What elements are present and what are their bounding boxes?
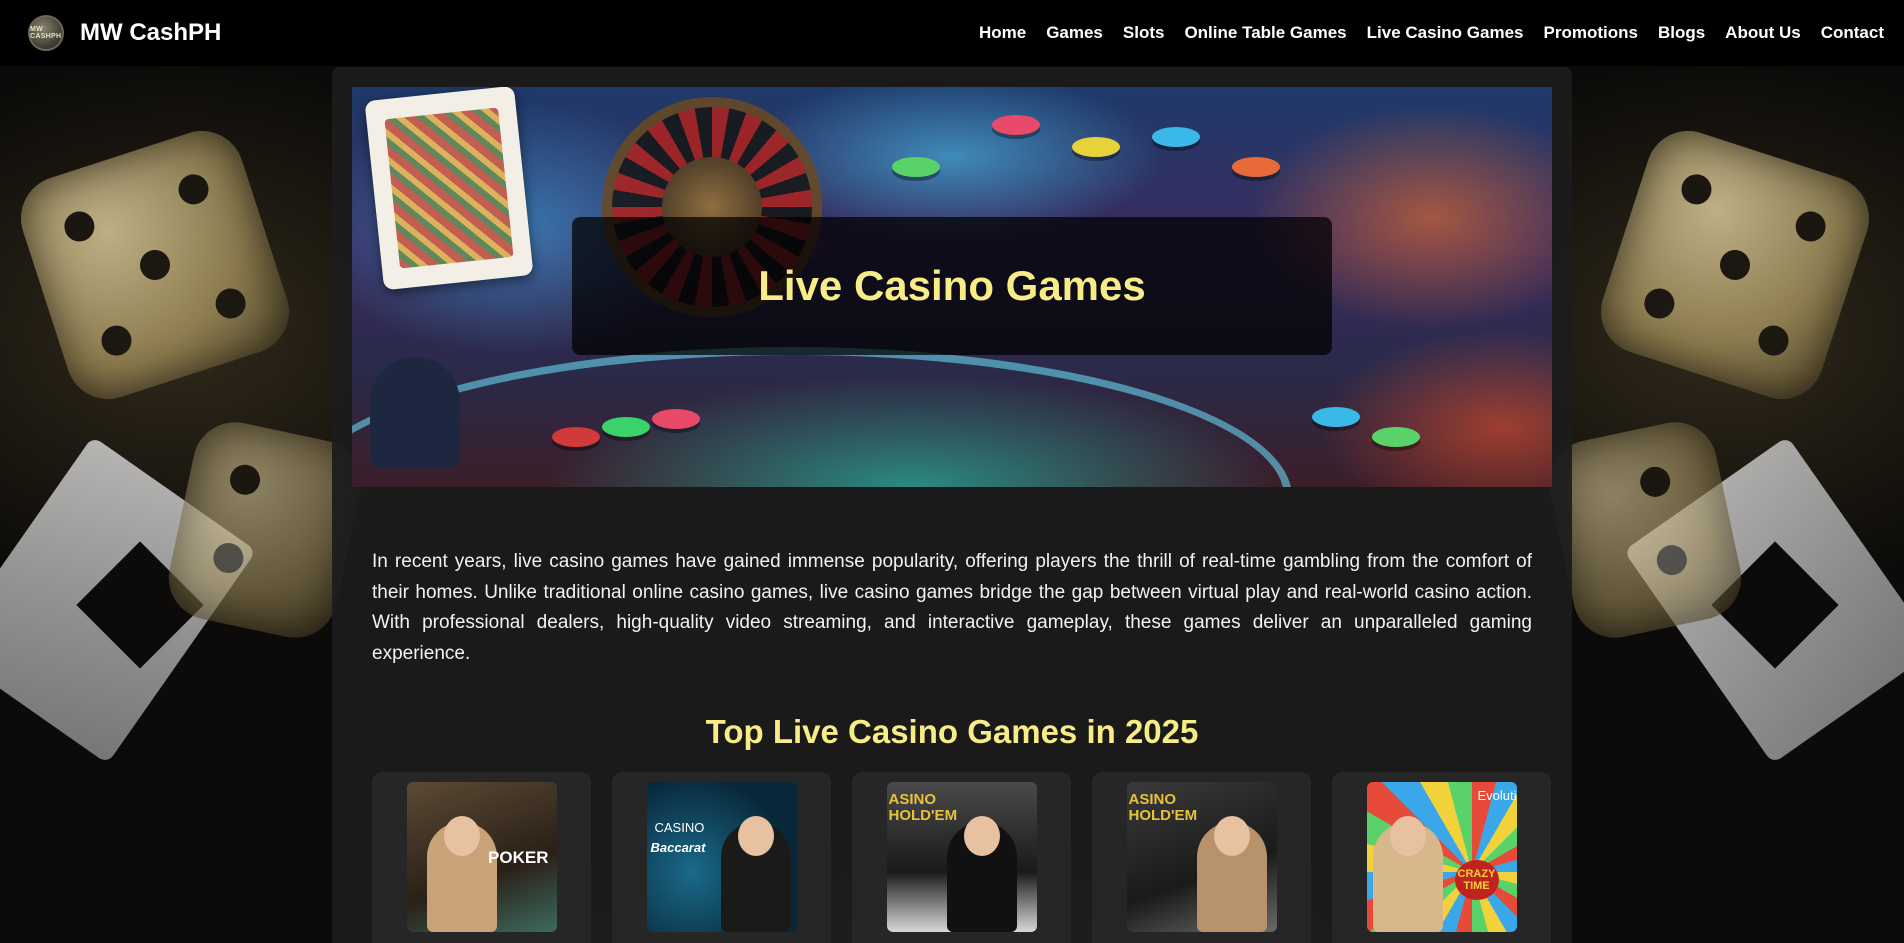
dealer-figure-decoration xyxy=(370,357,460,467)
nav-about-us[interactable]: About Us xyxy=(1725,23,1801,43)
main-nav: Home Games Slots Online Table Games Live… xyxy=(979,23,1884,43)
game-card-baccarat[interactable]: CASINO Baccarat xyxy=(612,772,831,943)
game-thumb-text: Baccarat xyxy=(650,840,706,855)
game-thumbnail[interactable]: POKER xyxy=(406,782,557,932)
top-games-grid: POKER CASINO Baccarat ASINO HOLD'EM ASIN… xyxy=(372,772,1552,943)
top-navbar: MW CASHPH MW CashPH Home Games Slots Onl… xyxy=(0,0,1904,66)
game-thumbnail[interactable]: Evoluti CRAZY TIME xyxy=(1366,782,1517,932)
playing-card-decoration xyxy=(364,87,534,291)
top-games-title: Top Live Casino Games in 2025 xyxy=(705,713,1199,750)
hero-banner: Live Casino Games xyxy=(352,87,1552,487)
nav-blogs[interactable]: Blogs xyxy=(1658,23,1705,43)
game-thumb-text: ASINO HOLD'EM xyxy=(888,791,958,824)
game-thumbnail[interactable]: CASINO Baccarat xyxy=(646,782,797,932)
nav-home[interactable]: Home xyxy=(979,23,1026,43)
game-thumb-text: CRAZY TIME xyxy=(1454,860,1499,900)
hero-table-decoration xyxy=(352,347,1292,487)
brand-logo[interactable]: MW CASHPH xyxy=(28,15,64,51)
game-card-casino-holdem-2[interactable]: ASINO HOLD'EM xyxy=(1092,772,1311,943)
game-thumbnail[interactable]: ASINO HOLD'EM xyxy=(1126,782,1277,932)
dice-decoration-left xyxy=(10,120,300,410)
dice-decoration-right xyxy=(1590,120,1880,410)
game-card-poker[interactable]: POKER xyxy=(372,772,591,943)
game-thumb-text: ASINO HOLD'EM xyxy=(1128,791,1198,824)
game-card-crazy-time[interactable]: Evoluti CRAZY TIME xyxy=(1332,772,1551,943)
brand-name[interactable]: MW CashPH xyxy=(80,19,221,47)
nav-promotions[interactable]: Promotions xyxy=(1543,23,1637,43)
game-card-casino-holdem[interactable]: ASINO HOLD'EM xyxy=(852,772,1071,943)
nav-games[interactable]: Games xyxy=(1046,23,1103,43)
brand-logo-text: MW CASHPH xyxy=(30,26,62,40)
dice-decoration-right-2 xyxy=(1541,414,1749,646)
content-container: Live Casino Games In recent years, live … xyxy=(332,67,1572,943)
game-thumb-text: POKER xyxy=(488,848,549,867)
nav-contact[interactable]: Contact xyxy=(1821,23,1884,43)
nav-online-table-games[interactable]: Online Table Games xyxy=(1184,23,1346,43)
nav-live-casino-games[interactable]: Live Casino Games xyxy=(1367,23,1524,43)
game-thumbnail[interactable]: ASINO HOLD'EM xyxy=(886,782,1037,932)
game-thumb-brand: CASINO xyxy=(654,820,705,835)
intro-paragraph: In recent years, live casino games have … xyxy=(372,551,1532,664)
nav-slots[interactable]: Slots xyxy=(1123,23,1165,43)
page-title: Live Casino Games xyxy=(758,262,1146,309)
game-thumb-brand: Evoluti xyxy=(1477,788,1517,803)
hero-title-box: Live Casino Games xyxy=(572,217,1332,355)
